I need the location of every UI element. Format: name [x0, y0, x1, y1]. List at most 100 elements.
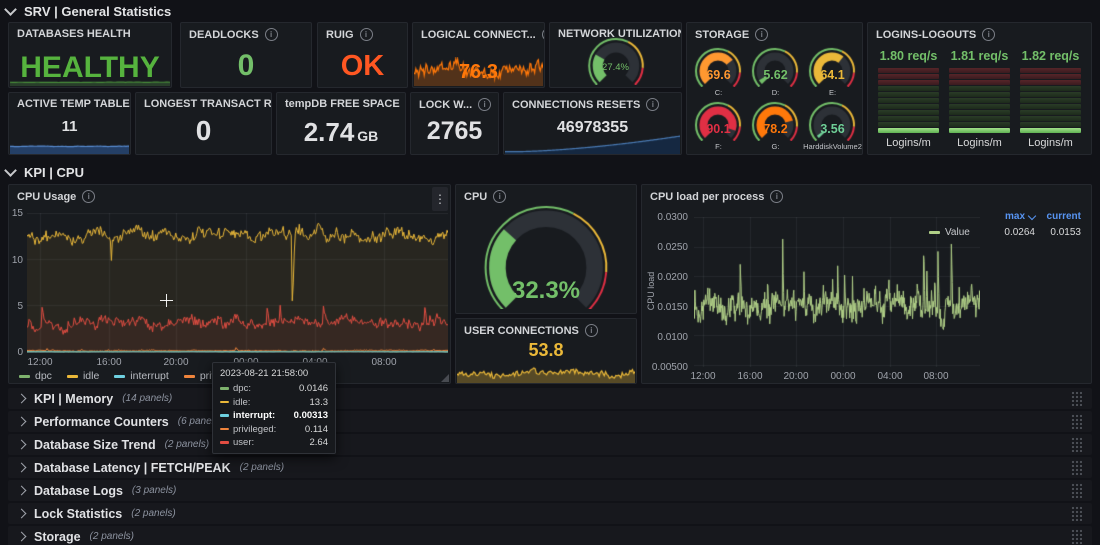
gauge-value: 69.6 [691, 68, 746, 82]
legend-sort-max[interactable]: max [985, 211, 1035, 222]
panel-title[interactable]: LOCK W... i [411, 93, 498, 111]
chevron-right-icon [17, 486, 27, 496]
gauge-label: HarddiskVolume2 [800, 142, 865, 151]
drag-handle-icon[interactable] [1071, 460, 1082, 475]
info-icon[interactable]: i [770, 190, 783, 203]
row-database-logs[interactable]: Database Logs (3 panels) [8, 480, 1092, 501]
panel-title-text: CPU Usage [17, 191, 76, 203]
info-icon[interactable]: i [493, 190, 506, 203]
panel-title[interactable]: CPU Usage i [9, 185, 450, 203]
panel-title[interactable]: LOGICAL CONNECT... i [413, 23, 544, 41]
panel-title[interactable]: DEADLOCKS i [181, 23, 311, 41]
tooltip-row-highlighted: interrupt: 0.00313 [220, 410, 328, 421]
panel-title-text: LOCK W... [419, 99, 472, 111]
ruig-value: OK [318, 50, 407, 83]
drag-handle-icon[interactable] [1071, 391, 1082, 406]
cpu-load-chart[interactable] [694, 217, 980, 367]
x-tick: 08:00 [371, 357, 396, 368]
panel-title-text: LOGICAL CONNECT... [421, 29, 536, 41]
value-unit: GB [357, 128, 378, 144]
drag-handle-icon[interactable] [1071, 483, 1082, 498]
panel-menu-kebab-icon[interactable]: ⋮ [432, 187, 448, 211]
cpu-gauge-value: 32.3% [456, 277, 636, 305]
legend-table-row[interactable]: Value 0.0264 0.0153 [929, 227, 1081, 238]
info-icon[interactable]: i [360, 28, 373, 41]
panel-tempdb-free-space: tempDB FREE SPACE 2.74GB [276, 92, 406, 155]
x-tick: 16:00 [96, 357, 121, 368]
drag-handle-icon[interactable] [1071, 506, 1082, 521]
row-storage[interactable]: Storage (2 panels) [8, 526, 1092, 545]
row-panel-count: (14 panels) [122, 393, 172, 404]
panel-storage: STORAGE i 69.6 C: 5.62 D: 64.1 E: 90.1 F… [686, 22, 863, 155]
row-title: Lock Statistics [34, 507, 122, 521]
panel-title[interactable]: RUIG i [318, 23, 407, 41]
info-icon[interactable]: i [82, 190, 95, 203]
network-utilization-gauge [579, 37, 653, 85]
legend-dash [114, 375, 125, 378]
row-lock-statistics[interactable]: Lock Statistics (2 panels) [8, 503, 1092, 524]
gauge-value: 3.56 [805, 122, 860, 136]
panel-title[interactable]: LONGEST TRANSACT R... [136, 93, 271, 110]
info-icon[interactable]: i [478, 98, 491, 111]
tooltip-row: idle: 13.3 [220, 397, 328, 408]
panel-resize-handle[interactable] [441, 374, 449, 382]
storage-gauge-harddiskvolume2: 3.56 HarddiskVolume2 [805, 101, 860, 153]
x-tick: 20:00 [783, 371, 808, 382]
drag-handle-icon[interactable] [1071, 529, 1082, 544]
dashboard-row-title: SRV | General Statistics [24, 4, 171, 19]
panel-title[interactable]: ACTIVE TEMP TABLES [9, 93, 130, 110]
gauge-label: E: [800, 88, 865, 97]
row-performance-counters[interactable]: Performance Counters (6 panels) [8, 411, 1092, 432]
cpu-usage-chart[interactable] [27, 213, 448, 353]
panel-title-text: CONNECTIONS RESETS [512, 99, 640, 111]
row-kpi-memory[interactable]: KPI | Memory (14 panels) [8, 388, 1092, 409]
info-icon[interactable]: i [755, 28, 768, 41]
panel-active-temp-tables: ACTIVE TEMP TABLES 11 [8, 92, 131, 155]
panel-user-connections: USER CONNECTIONS i 53.8 [455, 318, 637, 384]
row-database-latency[interactable]: Database Latency | FETCH/PEAK (2 panels) [8, 457, 1092, 478]
row-panel-count: (3 panels) [132, 485, 176, 496]
legend-item-dpc[interactable]: dpc [19, 370, 52, 382]
storage-gauge-e: 64.1 E: [805, 47, 860, 99]
panel-title[interactable]: tempDB FREE SPACE [277, 93, 405, 110]
active-temp-tables-value: 11 [9, 118, 130, 135]
y-axis-label: CPU load [646, 251, 656, 331]
info-icon[interactable]: i [265, 28, 278, 41]
y-tick: 0.0250 [644, 242, 688, 253]
logins-rate-value: 1.81 req/s [949, 49, 1010, 66]
info-icon[interactable]: i [646, 98, 659, 111]
row-panel-count: (2 panels) [240, 462, 284, 473]
chart-tooltip: 2023-08-21 21:58:00 dpc: 0.0146 idle: 13… [212, 362, 336, 454]
panel-network-utilization: NETWORK UTILIZATION 27.4% [549, 22, 682, 88]
y-tick: 0.0200 [644, 272, 688, 283]
info-icon[interactable]: i [542, 28, 544, 41]
storage-gauge-g: 78.2 G: [748, 101, 803, 153]
panel-title[interactable]: USER CONNECTIONS i [456, 319, 636, 337]
section-row-header-kpi-cpu[interactable]: KPI | CPU [6, 165, 84, 180]
legend-max-value: 0.0264 [985, 227, 1035, 238]
value-number: 2.74 [304, 117, 355, 147]
logins-column: 1.81 req/s Logins/m [949, 49, 1010, 149]
chevron-down-icon [4, 164, 17, 177]
legend-label: Value [945, 227, 970, 238]
info-icon[interactable]: i [585, 324, 598, 337]
panel-title[interactable]: CPU load per process i [642, 185, 1091, 203]
panel-title[interactable]: STORAGE i [687, 23, 862, 41]
panel-title[interactable]: NETWORK UTILIZATION [550, 23, 681, 40]
info-icon[interactable]: i [982, 28, 995, 41]
panel-title[interactable]: CPU i [456, 185, 636, 203]
drag-handle-icon[interactable] [1071, 414, 1082, 429]
gauge-label: F: [686, 142, 751, 151]
legend-sort-current[interactable]: current [1035, 211, 1081, 222]
dashboard-row-header[interactable]: SRV | General Statistics [6, 4, 171, 19]
bar-gauge [878, 68, 939, 133]
drag-handle-icon[interactable] [1071, 437, 1082, 452]
panel-title[interactable]: DATABASES HEALTH [9, 23, 171, 40]
panel-title[interactable]: LOGINS-LOGOUTS i [868, 23, 1091, 41]
deadlocks-value: 0 [181, 49, 311, 83]
chevron-right-icon [17, 532, 27, 542]
panel-title[interactable]: CONNECTIONS RESETS i [504, 93, 681, 111]
legend-item-idle[interactable]: idle [67, 370, 99, 382]
legend-item-interrupt[interactable]: interrupt [114, 370, 169, 382]
row-database-size-trend[interactable]: Database Size Trend (2 panels) [8, 434, 1092, 455]
